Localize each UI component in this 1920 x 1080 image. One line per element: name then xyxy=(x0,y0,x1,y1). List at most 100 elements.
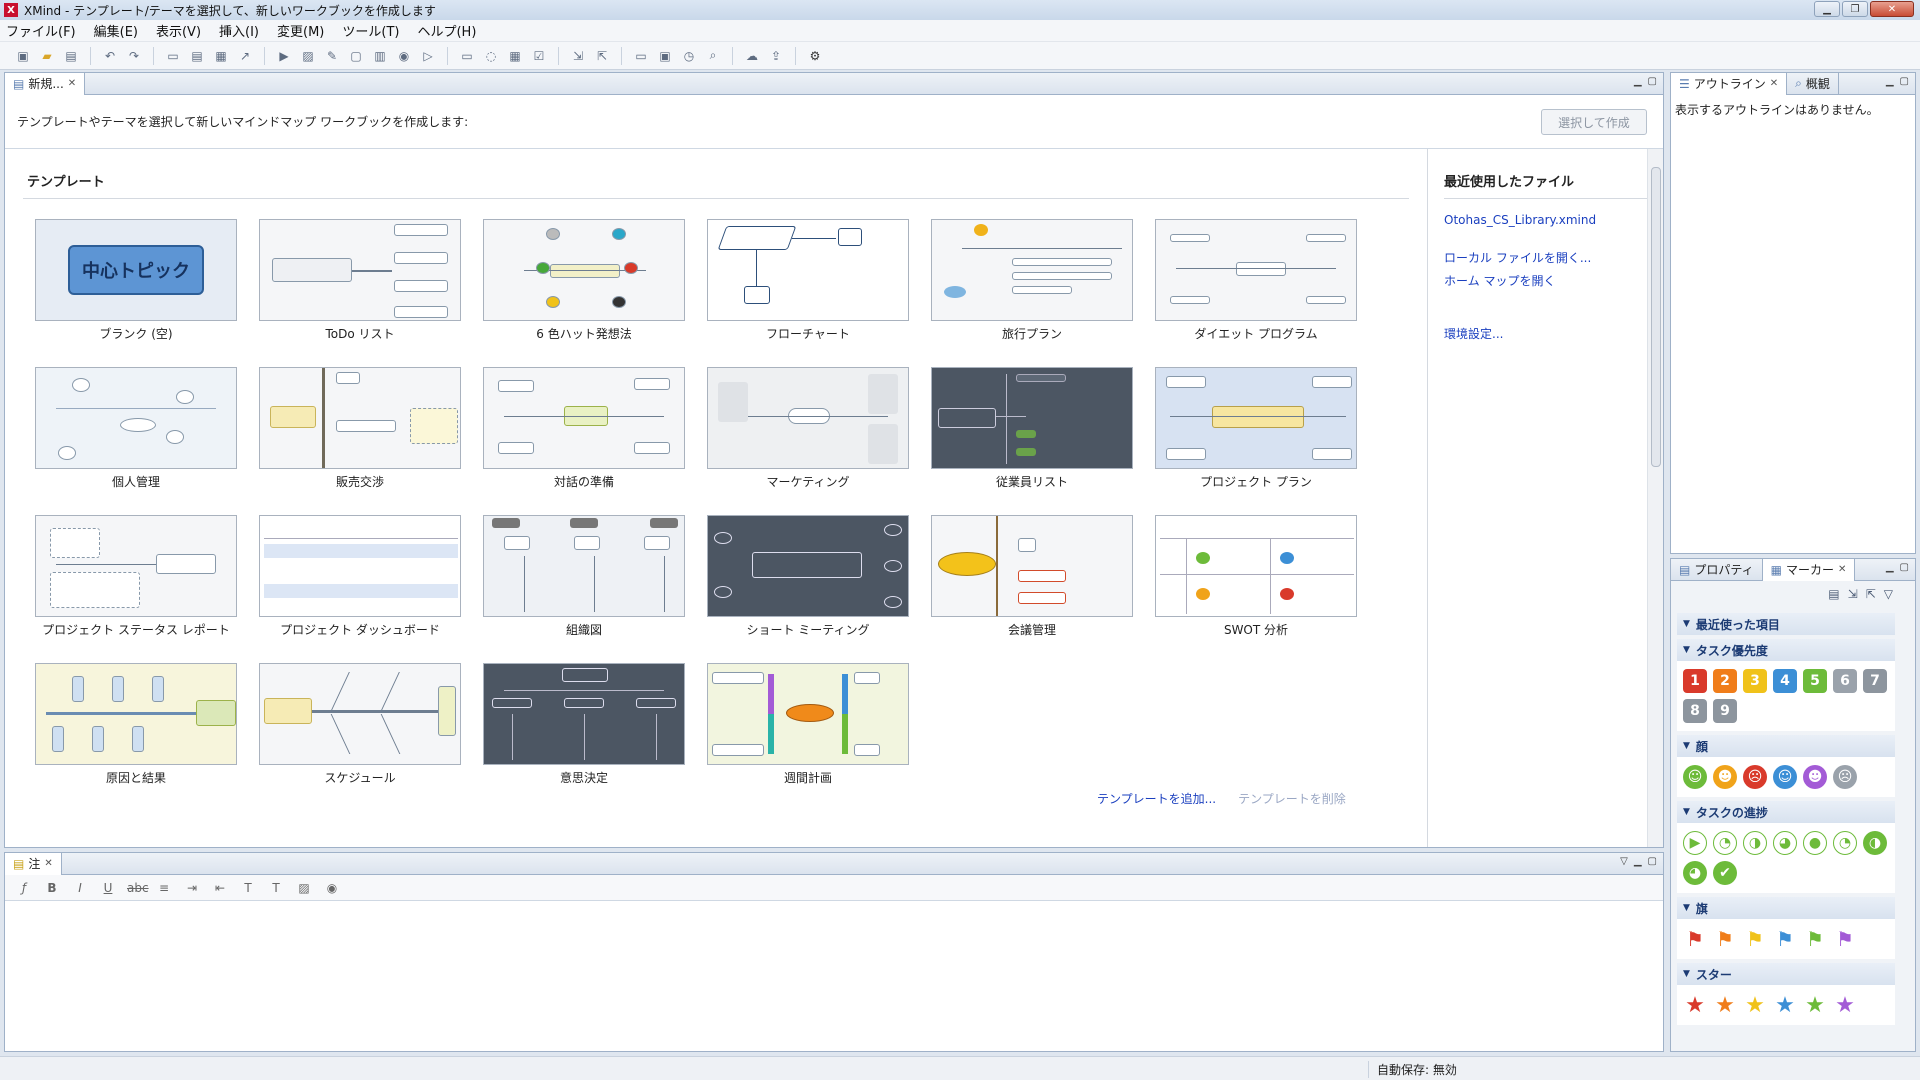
close-tab-icon[interactable]: ✕ xyxy=(44,858,52,869)
priority-6-icon[interactable]: 6 xyxy=(1833,669,1857,693)
minimize-button[interactable]: ▁ xyxy=(1814,1,1840,17)
yellow-flag-icon[interactable]: ⚑ xyxy=(1743,927,1767,951)
minimize-view-icon[interactable]: ▁ xyxy=(1886,562,1894,573)
topic-icon[interactable]: ▭ xyxy=(164,47,182,65)
maximize-view-icon[interactable]: ▢ xyxy=(1648,856,1657,867)
template-thumbnail[interactable]: 中心トピック xyxy=(35,219,237,321)
template-card-travel[interactable]: 旅行プラン xyxy=(931,219,1135,342)
blue-flag-icon[interactable]: ⚑ xyxy=(1773,927,1797,951)
globe-icon[interactable]: ◉ xyxy=(395,47,413,65)
priority-5-icon[interactable]: 5 xyxy=(1803,669,1827,693)
hyperlink-icon[interactable]: ◉ xyxy=(323,881,341,895)
template-thumbnail[interactable] xyxy=(483,219,685,321)
summary-icon[interactable]: ▥ xyxy=(371,47,389,65)
menu-modify[interactable]: 変更(M) xyxy=(277,21,324,40)
priority-4-icon[interactable]: 4 xyxy=(1773,669,1797,693)
marker-section-header[interactable]: ▼ タスクの進捗 xyxy=(1677,801,1895,823)
template-card-short-meeting[interactable]: ショート ミーティング xyxy=(707,515,911,638)
yellow-star-icon[interactable]: ★ xyxy=(1743,993,1767,1018)
menu-edit[interactable]: 編集(E) xyxy=(94,21,138,40)
template-thumbnail[interactable] xyxy=(931,515,1133,617)
drill-down-icon[interactable]: ⇲ xyxy=(569,47,587,65)
drill-up-icon[interactable]: ⇱ xyxy=(593,47,611,65)
attachment-icon[interactable]: ✎ xyxy=(323,47,341,65)
scrollbar-thumb[interactable] xyxy=(1651,167,1661,467)
subtopic-icon[interactable]: ▤ xyxy=(188,47,206,65)
template-card-blank[interactable]: 中心トピック ブランク (空) xyxy=(35,219,239,342)
image-icon[interactable]: ▨ xyxy=(299,47,317,65)
tab-new-workbook[interactable]: ▤ 新規... ✕ xyxy=(5,72,86,95)
create-button[interactable]: 選択して作成 xyxy=(1541,109,1647,135)
export-markers-icon[interactable]: ⇱ xyxy=(1866,587,1876,609)
template-card-weekly-plan[interactable]: 週間計画 xyxy=(707,663,911,786)
template-card-decision[interactable]: 意思決定 xyxy=(483,663,687,786)
progress-three-eighths-icon[interactable]: ◕ xyxy=(1773,831,1797,855)
template-card-marketing[interactable]: マーケティング xyxy=(707,367,911,490)
underline-icon[interactable]: U xyxy=(99,881,117,895)
green-star-icon[interactable]: ★ xyxy=(1803,993,1827,1018)
menu-tools[interactable]: ツール(T) xyxy=(342,21,399,40)
redo-icon[interactable]: ↷ xyxy=(125,47,143,65)
marker-section-header[interactable]: ▼ スター xyxy=(1677,963,1895,985)
maximize-button[interactable]: ❐ xyxy=(1842,1,1868,17)
template-thumbnail[interactable] xyxy=(931,219,1133,321)
template-thumbnail[interactable] xyxy=(931,367,1133,469)
angry-face-icon[interactable]: ☹ xyxy=(1743,765,1767,789)
marker-section-header[interactable]: ▼ 顔 xyxy=(1677,735,1895,757)
template-card-project-plan[interactable]: プロジェクト プラン xyxy=(1155,367,1359,490)
close-tab-icon[interactable]: ✕ xyxy=(1838,564,1846,575)
purple-flag-icon[interactable]: ⚑ xyxy=(1833,927,1857,951)
callout-icon[interactable]: ▦ xyxy=(212,47,230,65)
comment-icon[interactable]: ▭ xyxy=(458,47,476,65)
maximize-view-icon[interactable]: ▢ xyxy=(1900,562,1909,573)
editor-scrollbar[interactable] xyxy=(1647,149,1663,847)
lightbulb-icon[interactable]: ◌ xyxy=(482,47,500,65)
view-menu-icon[interactable]: ▽ xyxy=(1884,587,1893,609)
template-thumbnail[interactable] xyxy=(707,367,909,469)
progress-seven-eighths-icon[interactable]: ◕ xyxy=(1683,861,1707,885)
template-thumbnail[interactable] xyxy=(1155,515,1357,617)
template-card-employees[interactable]: 従業員リスト xyxy=(931,367,1135,490)
progress-half-icon[interactable]: ● xyxy=(1803,831,1827,855)
minimize-view-icon[interactable]: ▁ xyxy=(1634,856,1642,867)
template-thumbnail[interactable] xyxy=(1155,219,1357,321)
close-button[interactable]: ✕ xyxy=(1870,1,1914,17)
laugh-face-icon[interactable]: ☻ xyxy=(1713,765,1737,789)
progress-eighth-icon[interactable]: ◔ xyxy=(1713,831,1737,855)
purple-star-icon[interactable]: ★ xyxy=(1833,993,1857,1018)
red-flag-icon[interactable]: ⚑ xyxy=(1683,927,1707,951)
red-star-icon[interactable]: ★ xyxy=(1683,993,1707,1018)
template-thumbnail[interactable] xyxy=(483,663,685,765)
green-flag-icon[interactable]: ⚑ xyxy=(1803,927,1827,951)
close-tab-icon[interactable]: ✕ xyxy=(68,78,76,89)
template-thumbnail[interactable] xyxy=(707,663,909,765)
tab-properties[interactable]: ▤ プロパティ xyxy=(1671,558,1763,581)
template-thumbnail[interactable] xyxy=(35,663,237,765)
insert-image-icon[interactable]: ▨ xyxy=(295,881,313,895)
progress-done-icon[interactable]: ✔ xyxy=(1713,861,1737,885)
template-thumbnail[interactable] xyxy=(707,219,909,321)
template-thumbnail[interactable] xyxy=(483,367,685,469)
template-thumbnail[interactable] xyxy=(707,515,909,617)
preferences-link[interactable]: 環境設定... xyxy=(1444,325,1647,342)
template-card-personal[interactable]: 個人管理 xyxy=(35,367,239,490)
bold-icon[interactable]: B xyxy=(43,881,61,895)
marker-section-header[interactable]: ▼ 旗 xyxy=(1677,897,1895,919)
template-thumbnail[interactable] xyxy=(259,663,461,765)
progress-five-eighths-icon[interactable]: ◔ xyxy=(1833,831,1857,855)
relationship-icon[interactable]: ↗ xyxy=(236,47,254,65)
template-card-todo[interactable]: ToDo リスト xyxy=(259,219,463,342)
open-folder-icon[interactable]: ▰ xyxy=(38,47,56,65)
marker-section-header[interactable]: ▼ 最近使った項目 xyxy=(1677,613,1895,635)
open-home-map-link[interactable]: ホーム マップを開く xyxy=(1444,272,1647,289)
priority-2-icon[interactable]: 2 xyxy=(1713,669,1737,693)
strikethrough-icon[interactable]: abc xyxy=(127,881,149,895)
clear-format-icon[interactable]: T xyxy=(267,881,285,895)
smile-face-icon[interactable]: ☺ xyxy=(1683,765,1707,789)
template-thumbnail[interactable] xyxy=(259,219,461,321)
maximize-view-icon[interactable]: ▢ xyxy=(1648,76,1657,87)
template-card-six-hats[interactable]: 6 色ハット発想法 xyxy=(483,219,687,342)
save-icon[interactable]: ▤ xyxy=(62,47,80,65)
font-icon[interactable]: ƒ xyxy=(15,881,33,895)
cry-face-icon[interactable]: ☺ xyxy=(1773,765,1797,789)
